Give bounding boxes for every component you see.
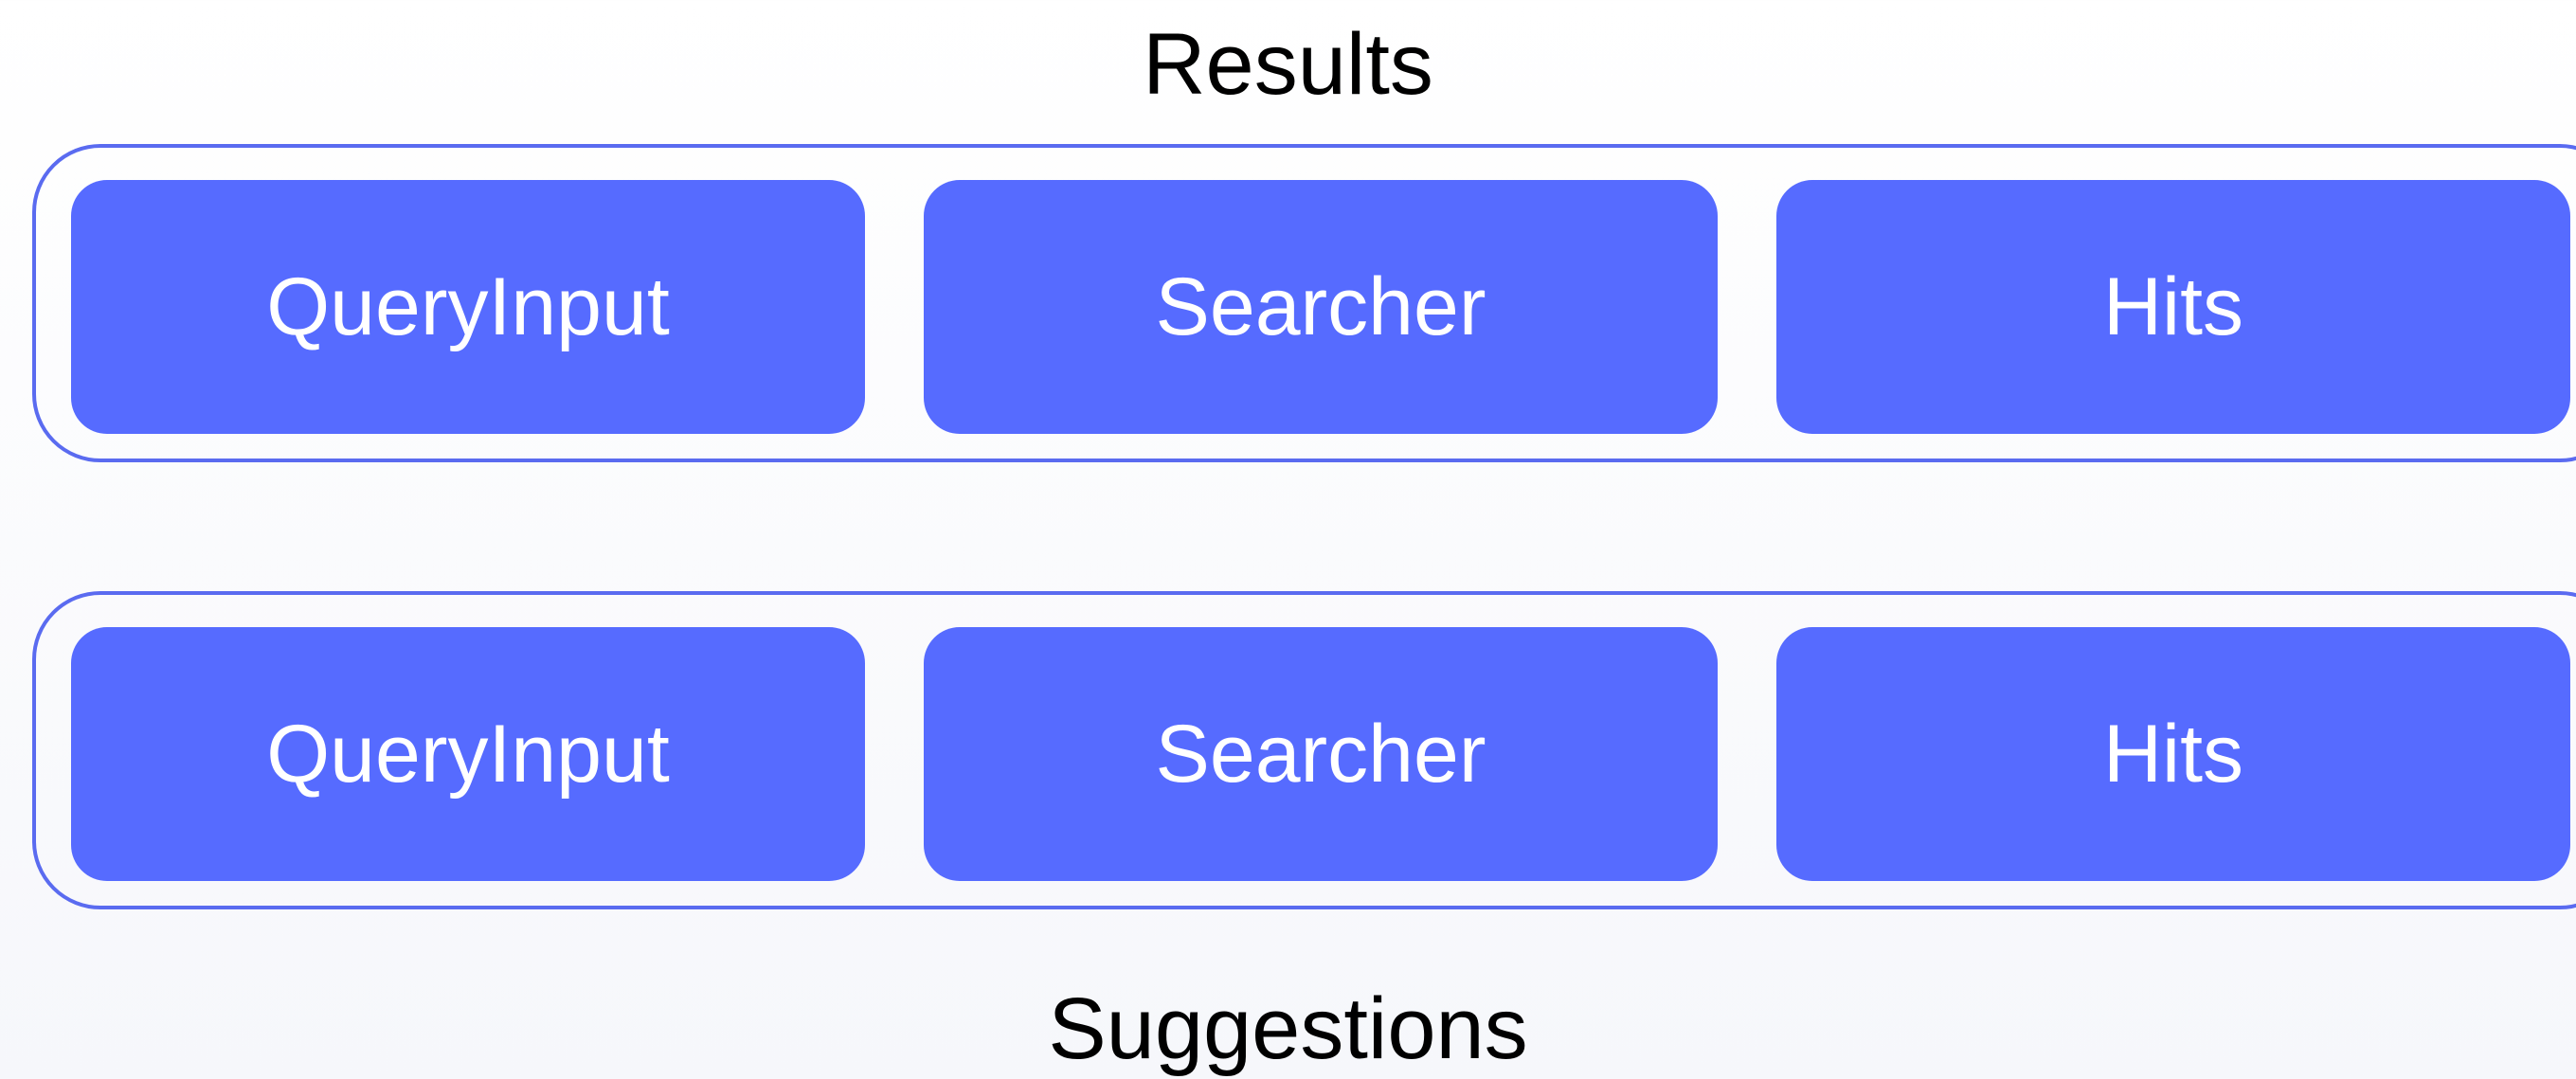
results-queryinput-box: QueryInput xyxy=(71,180,865,434)
results-hits-box: Hits xyxy=(1776,180,2570,434)
results-queryinput-label: QueryInput xyxy=(266,261,670,352)
suggestions-searcher-box: Searcher xyxy=(924,627,1718,881)
results-searcher-box: Searcher xyxy=(924,180,1718,434)
suggestions-hits-label: Hits xyxy=(2102,708,2244,800)
suggestions-queryinput-label: QueryInput xyxy=(266,708,670,800)
results-searcher-label: Searcher xyxy=(1155,261,1486,352)
suggestions-queryinput-box: QueryInput xyxy=(71,627,865,881)
suggestions-group-title: Suggestions xyxy=(1048,980,1528,1077)
results-hits-label: Hits xyxy=(2102,261,2244,352)
results-group-title: Results xyxy=(1143,16,1433,113)
suggestions-hits-box: Hits xyxy=(1776,627,2570,881)
suggestions-searcher-label: Searcher xyxy=(1155,708,1486,800)
